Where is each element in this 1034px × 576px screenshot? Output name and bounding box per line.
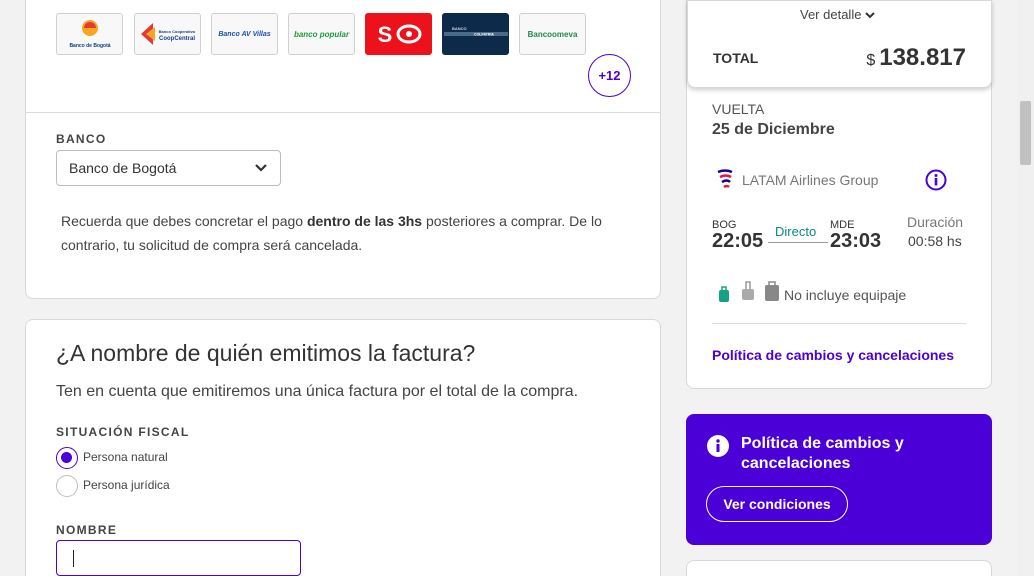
latam-logo-icon xyxy=(717,169,733,189)
more-banks-button[interactable]: +12 xyxy=(588,54,631,97)
stops-label: Directo xyxy=(775,224,817,239)
invoice-title: ¿A nombre de quién emitimos la factura? xyxy=(56,340,476,366)
scotiabank-logo-icon: S xyxy=(377,22,421,47)
radio-persona-juridica[interactable] xyxy=(56,475,78,497)
policy-link[interactable]: Política de cambios y cancelaciones xyxy=(712,347,954,363)
info-icon xyxy=(707,435,729,457)
radio-persona-juridica-label[interactable]: Persona jurídica xyxy=(83,478,170,492)
airline-name: LATAM Airlines Group xyxy=(742,172,879,188)
payment-note: Recuerda que debes concretar el pago den… xyxy=(61,213,602,253)
svg-text:S: S xyxy=(377,22,392,47)
total-label: TOTAL xyxy=(713,50,759,66)
ver-detalle-button[interactable]: Ver detalle xyxy=(800,7,876,22)
name-label: NOMBRE xyxy=(56,523,118,537)
scrollbar-thumb[interactable] xyxy=(1020,101,1031,165)
svg-text:Banco Cooperativo: Banco Cooperativo xyxy=(158,29,195,34)
next-card xyxy=(686,560,992,576)
baggage-text: No incluye equipaje xyxy=(784,287,907,303)
duration-value: 00:58 hs xyxy=(908,233,962,249)
bank-label: BANCO xyxy=(56,132,107,146)
chevron-down-icon xyxy=(255,164,267,172)
summary-divider xyxy=(712,323,966,324)
radio-persona-natural[interactable] xyxy=(56,447,78,469)
origin-time: 22:05 xyxy=(712,230,764,252)
info-icon[interactable] xyxy=(925,169,947,191)
coopcentral-logo-icon: Banco Cooperativo CoopCentral xyxy=(140,23,195,45)
bogota-logo-icon: Banco de Bogotá xyxy=(69,20,110,49)
total-value: $138.817 xyxy=(866,44,966,71)
bank-logo-coopcentral[interactable]: Banco Cooperativo CoopCentral xyxy=(134,13,201,55)
bank-select[interactable]: Banco de Bogotá xyxy=(56,150,281,186)
chevron-down-icon xyxy=(865,11,876,18)
fiscal-label: SITUACIÓN FISCAL xyxy=(56,425,190,439)
invoice-card: ¿A nombre de quién emitimos la factura? … xyxy=(25,319,661,576)
popular-logo-text: banco popular xyxy=(293,29,350,39)
policy-banner: Política de cambios y cancelaciones Ver … xyxy=(686,414,992,545)
svg-text:Banco de Bogotá: Banco de Bogotá xyxy=(69,43,110,49)
ver-condiciones-button[interactable]: Ver condiciones xyxy=(706,486,848,522)
destination-time: 23:03 xyxy=(830,230,882,252)
bank-logo-colpatria[interactable]: BANCO COLPATRIA xyxy=(442,13,509,55)
policy-banner-title: Política de cambios y cancelaciones xyxy=(741,435,904,472)
bank-logo-bogota[interactable]: Banco de Bogotá xyxy=(56,13,123,55)
personal-item-icon xyxy=(719,286,729,302)
checked-bag-icon xyxy=(765,281,779,301)
bancoomeva-logo-text: Bancoomeva xyxy=(527,29,578,39)
carry-on-icon xyxy=(742,281,754,300)
radio-persona-natural-label[interactable]: Persona natural xyxy=(83,450,168,464)
bank-logo-scotiabank[interactable]: S xyxy=(365,13,432,55)
avvillas-logo-text: Banco AV Villas xyxy=(218,30,271,38)
section-divider xyxy=(26,112,660,113)
scrollbar-track[interactable] xyxy=(1017,0,1034,576)
name-input[interactable] xyxy=(56,540,301,576)
bank-logo-popular[interactable]: banco popular xyxy=(288,13,355,55)
leg-date: 25 de Diciembre xyxy=(712,121,835,138)
bank-logo-bancoomeva[interactable]: Bancoomeva xyxy=(519,13,586,55)
svg-text:CoopCentral: CoopCentral xyxy=(159,36,195,42)
bank-logo-avvillas[interactable]: Banco AV Villas xyxy=(211,13,278,55)
text-caret xyxy=(73,550,74,567)
svg-text:COLPATRIA: COLPATRIA xyxy=(474,33,494,37)
payment-card: Banco de Bogotá Banco Cooperativo CoopCe… xyxy=(25,0,661,299)
total-box: Ver detalle TOTAL $138.817 xyxy=(687,0,992,88)
invoice-subtitle: Ten en cuenta que emitiremos una única f… xyxy=(56,383,579,400)
duration-label: Duración xyxy=(907,214,964,230)
colpatria-logo-icon: BANCO COLPATRIA xyxy=(443,26,508,37)
svg-text:BANCO: BANCO xyxy=(452,26,467,31)
route-line xyxy=(768,242,828,243)
leg-label: VUELTA xyxy=(712,101,765,117)
bank-select-value: Banco de Bogotá xyxy=(69,160,177,176)
